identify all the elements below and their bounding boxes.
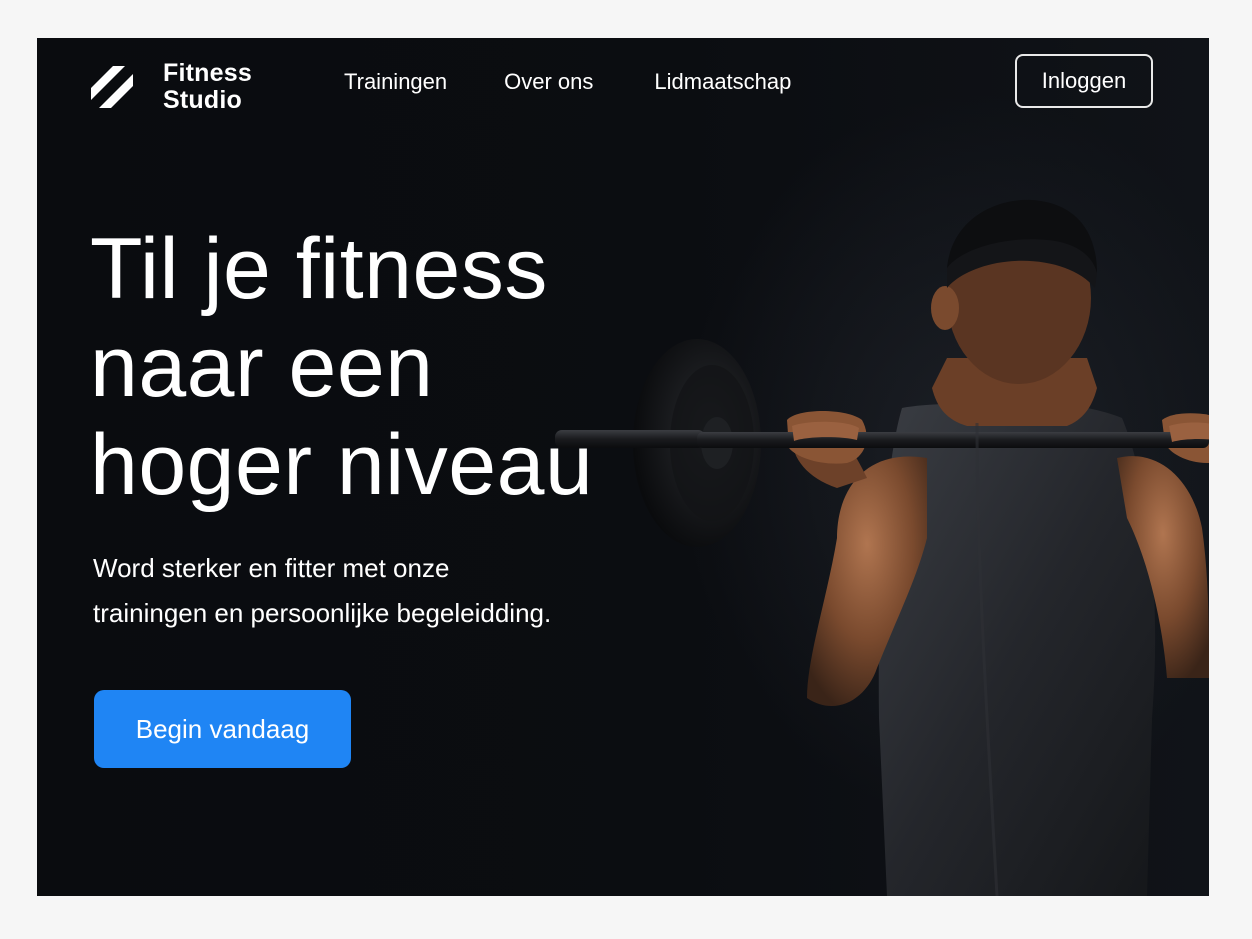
brand-name-line1: Fitness (163, 59, 252, 87)
begin-vandaag-button[interactable]: Begin vandaag (94, 690, 351, 768)
landing-page: Fitness Studio Trainingen Over ons Lidma… (37, 38, 1209, 896)
headline-line1: Til je fitness (90, 221, 548, 317)
brand-logo[interactable]: Fitness Studio (91, 60, 252, 114)
hero-headline: Til je fitness naar een hoger niveau (90, 220, 670, 514)
hero-subtext: Word sterker en fitter met onze training… (93, 546, 653, 636)
subtext-line2: trainingen en persoonlijke begeleidding. (93, 598, 552, 628)
login-button[interactable]: Inloggen (1015, 54, 1153, 108)
subtext-line1: Word sterker en fitter met onze (93, 553, 450, 583)
nav-link-over-ons[interactable]: Over ons (504, 68, 593, 96)
main-nav: Trainingen Over ons Lidmaatschap (344, 68, 791, 96)
nav-link-lidmaatschap[interactable]: Lidmaatschap (654, 68, 791, 96)
nav-link-trainingen[interactable]: Trainingen (344, 68, 447, 96)
headline-line3: hoger niveau (90, 417, 594, 513)
headline-line2: naar een (90, 319, 434, 415)
diagonal-stripes-logo-icon (91, 66, 133, 108)
brand-name-line2: Studio (163, 86, 242, 114)
brand-name: Fitness Studio (163, 60, 252, 114)
